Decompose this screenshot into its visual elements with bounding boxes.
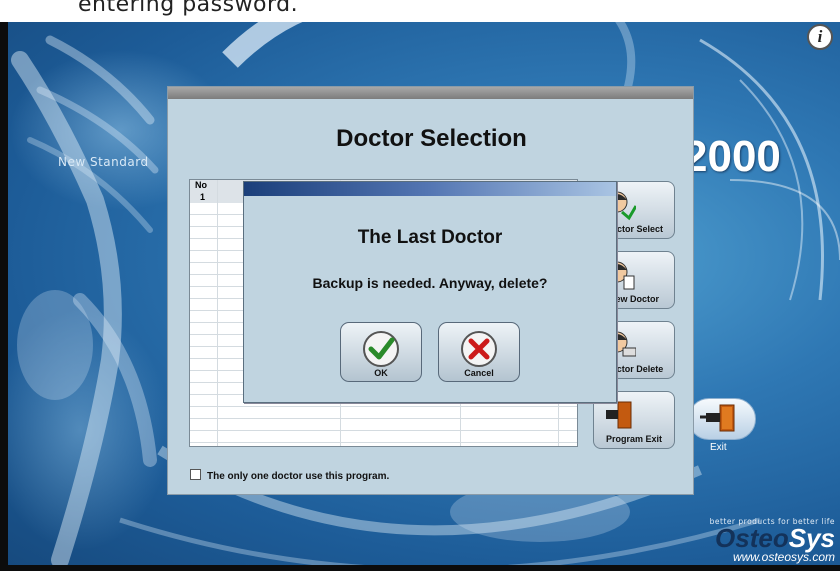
exit-label: Exit [710, 442, 727, 453]
cancel-label: Cancel [464, 368, 494, 378]
product-tagline: New Standard [58, 155, 149, 169]
confirm-message: Backup is needed. Anyway, delete? [312, 275, 548, 291]
dialog-title-strip [168, 87, 693, 99]
screen-edge-left [0, 0, 8, 571]
ok-check-icon [363, 331, 399, 367]
product-number: 2000 [683, 132, 781, 181]
table-column-divider [217, 180, 218, 446]
checkbox-label: The only one doctor use this program. [207, 471, 390, 482]
top-banner: entering password. [0, 0, 840, 22]
logo-name: OsteoSys [690, 525, 835, 551]
dialog-title: Doctor Selection [336, 125, 527, 152]
checkbox-box[interactable] [190, 469, 201, 480]
confirm-title: The Last Doctor [357, 227, 503, 248]
last-doctor-confirm-dialog: The Last Doctor Backup is needed. Anyway… [243, 181, 617, 403]
row-number: 1 [200, 192, 206, 202]
logo-name-part1: Osteo [715, 523, 789, 553]
info-icon[interactable]: i [807, 24, 833, 50]
screen-edge-bottom [0, 565, 840, 571]
column-header-no: No [195, 180, 207, 190]
logo-url: www.osteosys.com [732, 550, 835, 564]
program-exit-label: Program Exit [605, 434, 663, 444]
ok-label: OK [374, 368, 388, 378]
exit-button[interactable]: Exit [688, 392, 758, 454]
logo-name-part2: Sys [788, 523, 835, 553]
osteosys-logo: better products for better life OsteoSys… [690, 517, 835, 563]
program-exit-door-icon [606, 401, 632, 429]
ok-button[interactable]: OK [340, 322, 422, 382]
cancel-button[interactable]: Cancel [438, 322, 520, 382]
confirm-title-bar [244, 182, 616, 196]
cancel-x-icon [461, 331, 497, 367]
top-banner-text: entering password. [78, 0, 299, 17]
exit-door-icon [700, 404, 735, 432]
single-doctor-checkbox[interactable]: The only one doctor use this program. [190, 469, 389, 482]
